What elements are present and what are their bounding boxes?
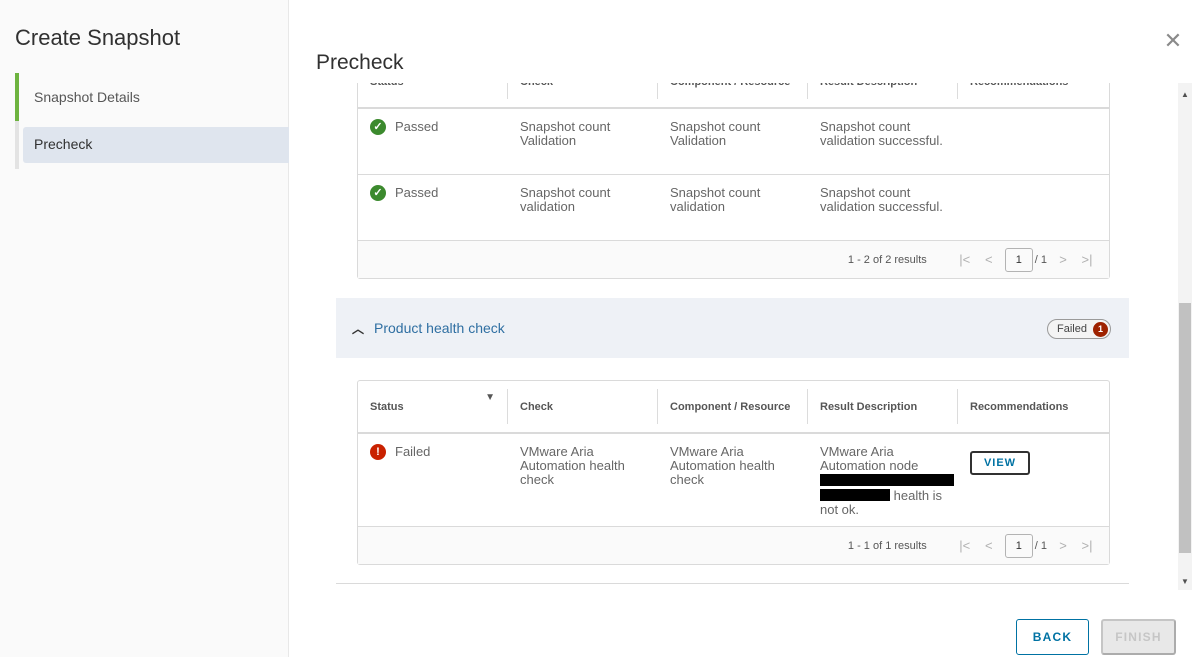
- product-health-table: Status ▼ Check Component / Resource Resul…: [357, 380, 1110, 565]
- prev-page-icon[interactable]: <: [981, 538, 997, 553]
- status-text: Passed: [395, 119, 439, 134]
- status-text: Passed: [395, 185, 439, 200]
- step-complete-indicator: [15, 73, 19, 121]
- resource-cell: VMware Aria Automation health check: [670, 444, 775, 487]
- product-health-check-header[interactable]: ︿ Product health check Failed 1: [336, 298, 1129, 358]
- step-snapshot-details[interactable]: Snapshot Details: [34, 89, 140, 105]
- check-cell: Snapshot count validation: [520, 185, 611, 214]
- check-cell: VMware Aria Automation health check: [520, 444, 625, 487]
- page-input[interactable]: 1: [1004, 533, 1033, 558]
- pagination: 1 - 1 of 1 results |< < 1 / 1 > >|: [358, 527, 1109, 564]
- next-page-icon[interactable]: >: [1055, 252, 1071, 267]
- check-circle-icon: ✓: [370, 119, 386, 135]
- result-cell: Snapshot count validation successful.: [820, 185, 943, 214]
- result-cell: Snapshot count validation successful.: [820, 119, 943, 148]
- status-text: Failed: [395, 444, 431, 459]
- scroll-up-icon[interactable]: ▲: [1181, 90, 1189, 99]
- results-summary: 1 - 2 of 2 results: [847, 253, 927, 266]
- badge-count: 1: [1093, 321, 1108, 337]
- section-title[interactable]: Product health check: [374, 320, 505, 336]
- page-total: / 1: [1034, 539, 1047, 552]
- table-row: ✓ Passed Snapshot count Validation Snapsh…: [358, 109, 1109, 175]
- col-check[interactable]: Check: [508, 83, 658, 99]
- divider: [336, 583, 1129, 584]
- wizard-title: Create Snapshot: [15, 25, 181, 50]
- page-input[interactable]: 1: [1004, 247, 1033, 272]
- first-page-icon[interactable]: |<: [957, 252, 973, 267]
- result-cell: VMware Aria Automation node health is no…: [808, 434, 958, 526]
- resource-cell: Snapshot count validation: [670, 185, 761, 214]
- col-resource[interactable]: Component / Resource: [658, 389, 808, 424]
- next-page-icon[interactable]: >: [1055, 538, 1071, 553]
- table-row: ! Failed VMware Aria Automation health ch…: [358, 434, 1109, 527]
- col-resource[interactable]: Component / Resource: [658, 83, 808, 99]
- wizard-sidebar: Create Snapshot Snapshot Details Prechec…: [0, 0, 289, 657]
- chevron-up-icon[interactable]: ︿: [352, 320, 364, 337]
- scroll-down-icon[interactable]: ▼: [1181, 577, 1189, 586]
- status-badge: Failed 1: [1047, 319, 1111, 339]
- check-cell: Snapshot count Validation: [520, 119, 611, 148]
- resource-cell: Snapshot count Validation: [670, 119, 761, 148]
- view-recommendations-button[interactable]: VIEW: [970, 451, 1030, 475]
- precheck-results: Status Check Component / Resource Result…: [336, 83, 1178, 590]
- last-page-icon[interactable]: >|: [1079, 538, 1095, 553]
- page-title: Precheck: [316, 51, 404, 74]
- col-result[interactable]: Result Description: [808, 389, 958, 424]
- filter-icon[interactable]: ▼: [485, 391, 495, 405]
- last-page-icon[interactable]: >|: [1079, 252, 1095, 267]
- pagination: 1 - 2 of 2 results |< < 1 / 1 > >|: [358, 241, 1109, 278]
- check-circle-icon: ✓: [370, 185, 386, 201]
- table-header: Status Check Component / Resource Result…: [358, 83, 1109, 109]
- col-result[interactable]: Result Description: [808, 83, 958, 99]
- redacted-text: [820, 489, 890, 501]
- redacted-text: [820, 474, 954, 486]
- col-recommendations[interactable]: Recommendations: [958, 83, 1108, 99]
- snapshot-checks-table: Status Check Component / Resource Result…: [357, 83, 1110, 279]
- page-total: / 1: [1034, 253, 1047, 266]
- table-header: Status ▼ Check Component / Resource Resul…: [358, 381, 1109, 434]
- error-icon: !: [370, 444, 386, 460]
- table-row: ✓ Passed Snapshot count validation Snapsh…: [358, 175, 1109, 241]
- col-check[interactable]: Check: [508, 389, 658, 424]
- prev-page-icon[interactable]: <: [981, 252, 997, 267]
- badge-label: Failed: [1057, 323, 1087, 335]
- first-page-icon[interactable]: |<: [957, 538, 973, 553]
- step-precheck[interactable]: Precheck: [23, 127, 289, 163]
- back-button[interactable]: BACK: [1016, 619, 1089, 655]
- col-status[interactable]: Status ▼: [358, 389, 508, 424]
- finish-button[interactable]: FINISH: [1101, 619, 1176, 655]
- col-recommendations[interactable]: Recommendations: [958, 389, 1108, 424]
- results-summary: 1 - 1 of 1 results: [847, 539, 927, 552]
- scrollbar-thumb[interactable]: [1179, 303, 1191, 553]
- col-status[interactable]: Status: [358, 83, 508, 99]
- close-icon[interactable]: ✕: [1163, 28, 1183, 54]
